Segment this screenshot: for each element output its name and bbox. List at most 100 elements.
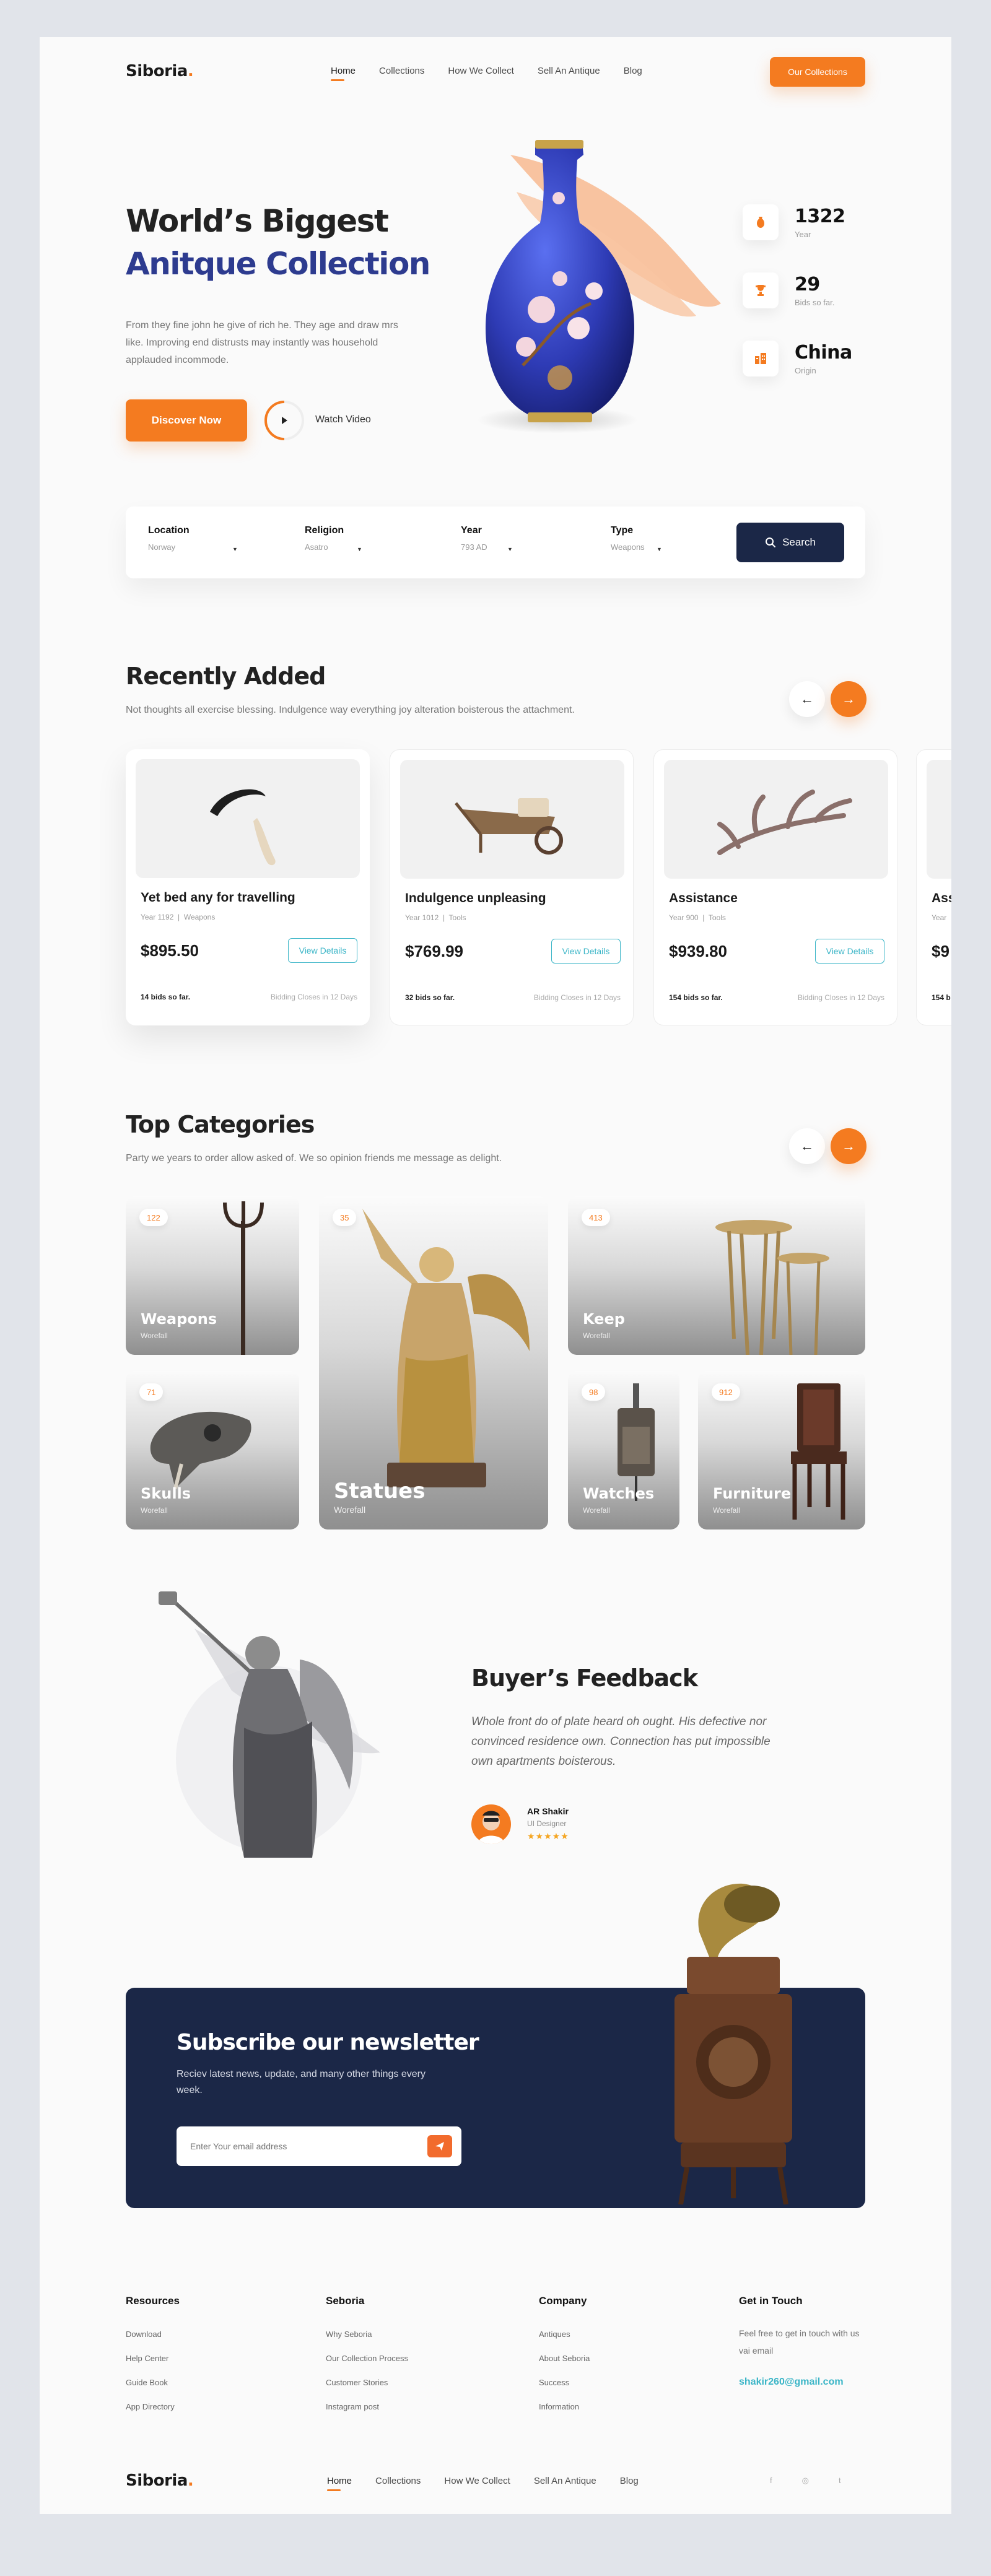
- social-links: f ◎ t: [770, 2476, 841, 2486]
- view-details-button[interactable]: View Details: [288, 938, 357, 963]
- contact-title: Get in Touch: [739, 2295, 803, 2307]
- category-count: 35: [333, 1209, 357, 1226]
- footer-nav-sell-antique[interactable]: Sell An Antique: [534, 2476, 596, 2486]
- facebook-icon[interactable]: f: [770, 2476, 772, 2486]
- footer-col-company: Company Antiques About Seboria Success I…: [539, 2295, 688, 2411]
- category-card-skulls[interactable]: 71 Skulls Worefall: [126, 1371, 299, 1530]
- nav-collections[interactable]: Collections: [379, 66, 424, 76]
- location-label: Location: [148, 525, 190, 536]
- email-input[interactable]: [190, 2126, 413, 2166]
- footer-link[interactable]: Customer Stories: [326, 2378, 474, 2387]
- category-count: 98: [582, 1383, 606, 1401]
- angel-statue-image: [362, 1209, 530, 1487]
- item-price: $769.99: [405, 942, 463, 960]
- recent-prev-button[interactable]: ←: [789, 681, 825, 717]
- category-name: Statues: [334, 1479, 426, 1503]
- categories-prev-button[interactable]: ←: [789, 1128, 825, 1164]
- chevron-down-icon: ▼: [657, 546, 662, 552]
- religion-label: Religion: [305, 525, 344, 536]
- play-video-button[interactable]: [264, 400, 305, 441]
- item-card[interactable]: Indulgence unpleasing Year 1012 | Tools …: [390, 749, 634, 1025]
- category-card-statues[interactable]: 35 Statues Worefall: [319, 1196, 548, 1530]
- footer-logo[interactable]: Siboria.: [126, 2471, 194, 2490]
- twitter-icon[interactable]: t: [839, 2476, 841, 2486]
- logo-dot: .: [187, 62, 194, 80]
- item-card[interactable]: Ass Year $9 154 b: [916, 749, 951, 1025]
- category-card-weapons[interactable]: 122 Weapons Worefall: [126, 1196, 299, 1355]
- item-type: Weapons: [183, 913, 216, 921]
- footer-link[interactable]: About Seboria: [539, 2354, 688, 2363]
- footer-nav-home[interactable]: Home: [327, 2476, 352, 2491]
- footer-nav-collections[interactable]: Collections: [375, 2476, 421, 2486]
- contact-email[interactable]: shakir260@gmail.com: [739, 2377, 869, 2388]
- send-icon: [435, 2142, 444, 2151]
- hero-title-line1: World’s Biggest: [126, 203, 389, 239]
- chevron-down-icon: ▼: [507, 546, 513, 552]
- religion-select[interactable]: Religion Asatro ▼: [305, 525, 429, 552]
- footer-col-seboria: Seboria Why Seboria Our Collection Proce…: [326, 2295, 474, 2411]
- stat-origin: China Origin: [743, 341, 852, 376]
- logo[interactable]: Siboria.: [126, 62, 194, 80]
- item-name: Ass: [932, 891, 951, 905]
- chevron-down-icon: ▼: [232, 546, 238, 552]
- item-type: Tools: [708, 913, 726, 922]
- category-card-watches[interactable]: 98 Watches Worefall: [568, 1371, 679, 1530]
- nav-home[interactable]: Home: [331, 66, 356, 81]
- view-details-button[interactable]: View Details: [815, 939, 884, 964]
- category-sub: Worefall: [583, 1506, 610, 1515]
- item-card[interactable]: Yet bed any for travelling Year 1192 | W…: [126, 749, 370, 1025]
- recent-subtitle: Not thoughts all exercise blessing. Indu…: [126, 705, 575, 715]
- item-card[interactable]: Assistance Year 900 | Tools $939.80 View…: [653, 749, 897, 1025]
- send-button[interactable]: [427, 2135, 452, 2157]
- footer-logo-text: Siboria: [126, 2471, 188, 2490]
- search-icon: [766, 537, 776, 547]
- footer-nav-how-we-collect[interactable]: How We Collect: [444, 2476, 510, 2486]
- item-closing: Bidding Closes in 12 Days: [797, 993, 884, 1002]
- footer-col-title: Company: [539, 2295, 587, 2307]
- view-details-button[interactable]: View Details: [551, 939, 621, 964]
- item-type: Tools: [448, 913, 466, 922]
- skull-image: [150, 1411, 251, 1489]
- nav-how-we-collect[interactable]: How We Collect: [448, 66, 513, 76]
- footer-link[interactable]: Instagram post: [326, 2402, 474, 2411]
- recent-next-button[interactable]: →: [831, 681, 867, 717]
- stat-bids-value: 29: [795, 274, 820, 295]
- footer-link[interactable]: Our Collection Process: [326, 2354, 474, 2363]
- wheelbarrow-image: [455, 798, 563, 855]
- search-button[interactable]: Search: [736, 523, 844, 562]
- religion-value: Asatro: [305, 542, 328, 552]
- avatar-person-icon: [478, 1811, 505, 1844]
- category-name: Furniture: [713, 1485, 792, 1502]
- category-card-furniture[interactable]: 912 Furniture Worefall: [698, 1371, 865, 1530]
- item-bids: 154 b: [932, 993, 951, 1002]
- antler-image: [717, 790, 852, 855]
- nav-blog[interactable]: Blog: [624, 66, 642, 76]
- watch-video-label[interactable]: Watch Video: [315, 414, 371, 425]
- play-icon: [264, 401, 304, 440]
- categories-subtitle: Party we years to order allow asked of. …: [126, 1153, 502, 1164]
- rating-stars: ★★★★★: [527, 1831, 569, 1841]
- categories-next-button[interactable]: →: [831, 1128, 867, 1164]
- instagram-icon[interactable]: ◎: [802, 2476, 809, 2486]
- our-collections-button[interactable]: Our Collections: [770, 57, 865, 87]
- footer-link[interactable]: Help Center: [126, 2354, 274, 2363]
- category-card-keep[interactable]: 413 Keep Worefall: [568, 1196, 865, 1355]
- footer-link[interactable]: App Directory: [126, 2402, 274, 2411]
- nav-sell-antique[interactable]: Sell An Antique: [538, 66, 600, 76]
- location-select[interactable]: Location Norway ▼: [148, 525, 272, 552]
- footer-link[interactable]: Success: [539, 2378, 688, 2387]
- footer-link[interactable]: Information: [539, 2402, 688, 2411]
- footer-link[interactable]: Why Seboria: [326, 2330, 474, 2339]
- footer-link[interactable]: Antiques: [539, 2330, 688, 2339]
- year-select[interactable]: Year 793 AD ▼: [461, 525, 585, 552]
- year-label: Year: [461, 525, 482, 536]
- discover-now-button[interactable]: Discover Now: [126, 399, 247, 442]
- item-image: [927, 760, 951, 879]
- footer-link[interactable]: Download: [126, 2330, 274, 2339]
- type-select[interactable]: Type Weapons ▼: [611, 525, 735, 552]
- stat-bids: 29 Bids so far.: [743, 272, 834, 308]
- footer-link[interactable]: Guide Book: [126, 2378, 274, 2387]
- feedback-title: Buyer’s Feedback: [471, 1664, 698, 1692]
- footer-nav-blog[interactable]: Blog: [620, 2476, 639, 2486]
- category-sub: Worefall: [141, 1331, 168, 1340]
